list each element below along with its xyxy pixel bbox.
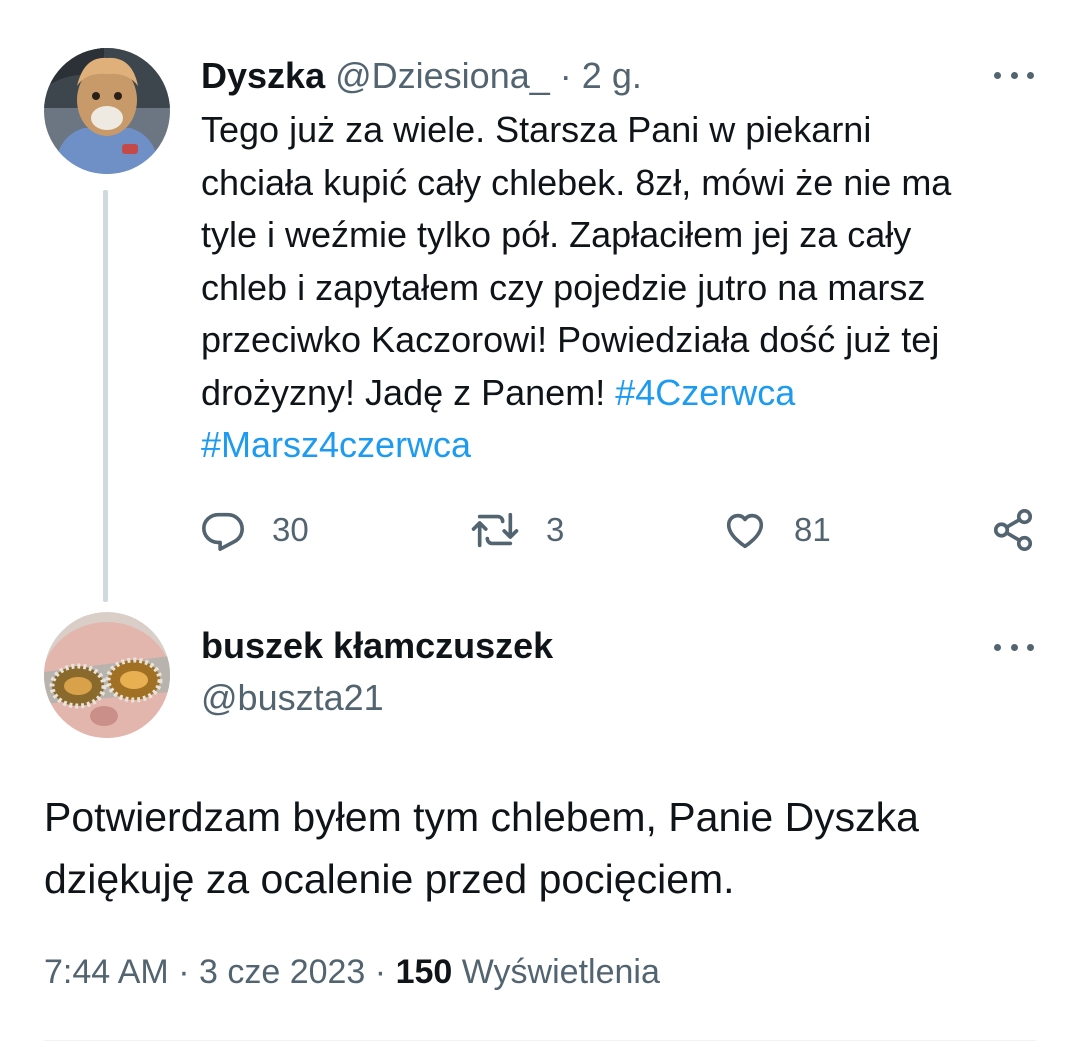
tweet-text-line: chciała kupić cały chlebek. 8zł, mówi że… <box>201 161 952 203</box>
share-button[interactable] <box>990 504 1036 556</box>
tweet-text-line: chleb i zapytałem czy pojedzie jutro na … <box>201 266 926 308</box>
hashtag-link[interactable]: #4Czerwca <box>615 372 795 413</box>
reply-author-handle[interactable]: @buszta21 <box>201 674 384 722</box>
tweet-date[interactable]: 3 cze 2023 <box>199 953 365 991</box>
tweet-text-line: tyle i weźmie tylko pół. Zapłaciłem jej … <box>201 214 912 255</box>
meta-separator: · <box>178 953 190 991</box>
tweet-time[interactable]: 2 g. <box>582 55 642 96</box>
tweet-header: Dyszka @Dziesiona_ · 2 g. <box>201 52 642 100</box>
like-count: 81 <box>794 511 831 548</box>
retweet-count: 3 <box>546 511 565 548</box>
author-avatar[interactable] <box>44 48 170 174</box>
retweet-icon <box>471 512 519 548</box>
author-handle[interactable]: @Dziesiona_ <box>335 55 550 96</box>
meta-separator: · <box>374 953 387 991</box>
more-icon <box>994 71 1001 79</box>
thread-connector-line <box>103 190 108 602</box>
divider <box>44 1040 1036 1041</box>
reply-text: Potwierdzam byłem tym chlebem, Panie Dys… <box>44 786 1044 910</box>
reply-author-avatar[interactable] <box>44 612 170 738</box>
avatar-image <box>44 48 170 174</box>
more-icon <box>994 643 1001 651</box>
tweet-text-line: przeciwko Kaczorowi! Powiedziała dość ju… <box>201 319 940 360</box>
tweet-text: Tego już za wiele. Starsza Pani w piekar… <box>201 104 1061 472</box>
header-separator: · <box>559 55 572 96</box>
reply-button[interactable]: 30 <box>200 504 309 556</box>
tweet-text-line: Tego już za wiele. Starsza Pani w piekar… <box>201 109 872 150</box>
tweet-timestamp[interactable]: 7:44 AM <box>44 953 169 991</box>
reply-icon <box>202 512 244 551</box>
hashtag-link[interactable]: #Marsz4czerwca <box>201 424 471 465</box>
tweet-text-line-with-hashtag: drożyzny! Jadę z Panem! #4Czerwca <box>201 367 1061 420</box>
reply-text-line: dziękuję za ocalenie przed pocięciem. <box>44 856 735 902</box>
reply-author-name[interactable]: buszek kłamczuszek <box>201 622 553 670</box>
heart-icon <box>726 513 764 549</box>
like-button[interactable]: 81 <box>722 504 831 556</box>
author-name[interactable]: Dyszka <box>201 55 325 96</box>
reply-text-line: Potwierdzam byłem tym chlebem, Panie Dys… <box>44 794 919 840</box>
more-options-button[interactable] <box>990 60 1038 90</box>
tweet-text-fragment: drożyzny! Jadę z Panem! <box>201 371 606 413</box>
share-icon <box>993 509 1033 551</box>
reply-count: 30 <box>272 511 309 548</box>
views-count: 150 <box>395 953 453 991</box>
avatar-image <box>44 612 170 738</box>
views-label: Wyświetlenia <box>461 953 660 991</box>
tweet-meta: 7:44 AM · 3 cze 2023 · 150 Wyświetlenia <box>44 948 660 996</box>
more-options-button[interactable] <box>990 632 1038 662</box>
retweet-button[interactable]: 3 <box>470 504 564 556</box>
